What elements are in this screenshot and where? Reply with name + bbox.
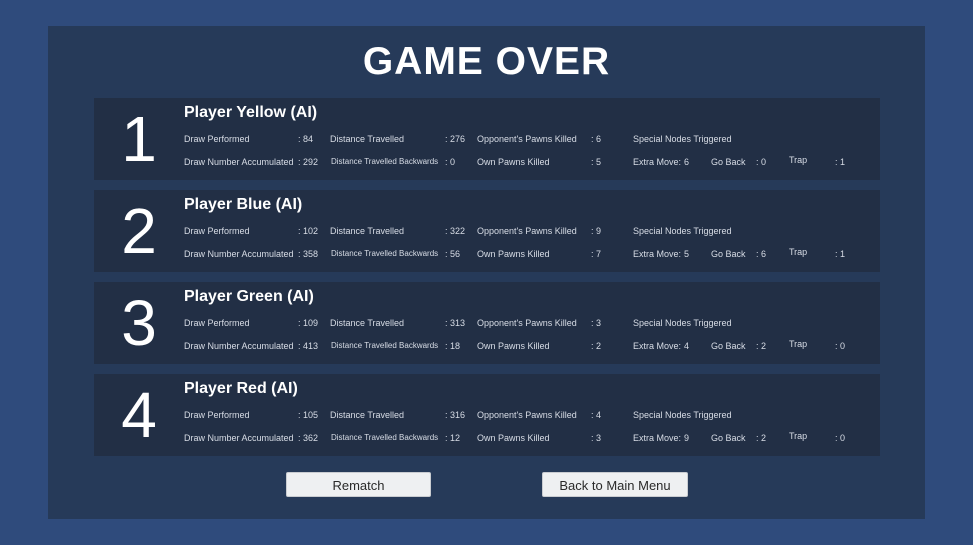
opponent-pawns-killed-label: Opponent's Pawns Killed [477, 134, 577, 144]
go-back-value: : 2 [756, 433, 767, 443]
distance-backwards-value: : 18 [445, 341, 461, 351]
draw-performed-label: Draw Performed [184, 410, 250, 420]
special-nodes-label: Special Nodes Triggered [633, 226, 732, 236]
distance-value: : 316 [445, 410, 466, 420]
draw-accumulated-label: Draw Number Accumulated [184, 157, 294, 167]
distance-value: : 313 [445, 318, 466, 328]
player-result-row: 1 Player Yellow (AI) Draw Performed : 84 Dis… [94, 98, 880, 180]
go-back-label: Go Back [711, 157, 746, 167]
distance-backwards-label: Distance Travelled Backwards [331, 249, 439, 258]
special-nodes-label: Special Nodes Triggered [633, 410, 732, 420]
go-back-label: Go Back [711, 249, 746, 259]
extra-move-value: 6 [684, 157, 690, 167]
game-over-title: GAME OVER [362, 40, 611, 83]
draw-accumulated-label: Draw Number Accumulated [184, 341, 294, 351]
rematch-button[interactable]: Rematch [286, 472, 431, 497]
draw-performed-value: : 102 [298, 226, 319, 236]
opponent-pawns-killed-label: Opponent's Pawns Killed [477, 318, 577, 328]
rank-number: 1 [121, 103, 157, 175]
extra-move-label: Extra Move: [633, 341, 682, 351]
go-back-label: Go Back [711, 433, 746, 443]
opponent-pawns-killed-label: Opponent's Pawns Killed [477, 410, 577, 420]
extra-move-label: Extra Move: [633, 249, 682, 259]
draw-accumulated-label: Draw Number Accumulated [184, 433, 294, 443]
distance-backwards-value: : 0 [445, 157, 456, 167]
rank-number: 3 [121, 287, 157, 359]
player-result-row: 3 Player Green (AI) Draw Performed : 109 Dis… [94, 282, 880, 364]
distance-label: Distance Travelled [330, 226, 405, 236]
own-pawns-killed-value: : 3 [591, 433, 602, 443]
opponent-pawns-killed-value: : 3 [591, 318, 602, 328]
own-pawns-killed-label: Own Pawns Killed [477, 249, 550, 259]
own-pawns-killed-value: : 5 [591, 157, 602, 167]
distance-backwards-label: Distance Travelled Backwards [331, 341, 439, 350]
trap-value: : 0 [835, 341, 846, 351]
own-pawns-killed-label: Own Pawns Killed [477, 341, 550, 351]
draw-accumulated-value: : 413 [298, 341, 319, 351]
distance-label: Distance Travelled [330, 318, 405, 328]
rank-number: 4 [121, 379, 157, 451]
game-over-panel: GAME OVER 1 Player Yellow (AI) Draw Perfor… [48, 26, 925, 519]
go-back-label: Go Back [711, 341, 746, 351]
trap-value: : 1 [835, 249, 846, 259]
draw-performed-value: : 84 [298, 134, 314, 144]
draw-performed-label: Draw Performed [184, 134, 250, 144]
distance-backwards-value: : 12 [445, 433, 461, 443]
draw-performed-label: Draw Performed [184, 318, 250, 328]
own-pawns-killed-label: Own Pawns Killed [477, 433, 550, 443]
own-pawns-killed-value: : 2 [591, 341, 602, 351]
trap-label: Trap [789, 431, 808, 441]
draw-performed-value: : 105 [298, 410, 319, 420]
go-back-value: : 2 [756, 341, 767, 351]
distance-backwards-label: Distance Travelled Backwards [331, 157, 439, 166]
draw-performed-value: : 109 [298, 318, 319, 328]
extra-move-value: 9 [684, 433, 690, 443]
draw-performed-label: Draw Performed [184, 226, 250, 236]
draw-accumulated-label: Draw Number Accumulated [184, 249, 294, 259]
go-back-value: : 0 [756, 157, 767, 167]
player-result-row: 4 Player Red (AI) Draw Performed : 105 Dista… [94, 374, 880, 456]
distance-value: : 276 [445, 134, 466, 144]
distance-label: Distance Travelled [330, 410, 405, 420]
player-name: Player Red (AI) [184, 380, 298, 397]
extra-move-value: 5 [684, 249, 690, 259]
extra-move-label: Extra Move: [633, 157, 682, 167]
distance-value: : 322 [445, 226, 466, 236]
own-pawns-killed-label: Own Pawns Killed [477, 157, 550, 167]
trap-value: : 1 [835, 157, 846, 167]
opponent-pawns-killed-value: : 4 [591, 410, 602, 420]
draw-accumulated-value: : 362 [298, 433, 319, 443]
distance-label: Distance Travelled [330, 134, 405, 144]
special-nodes-label: Special Nodes Triggered [633, 134, 732, 144]
go-back-value: : 6 [756, 249, 767, 259]
player-result-row: 2 Player Blue (AI) Draw Performed : 102 Dist… [94, 190, 880, 272]
trap-label: Trap [789, 155, 808, 165]
distance-backwards-label: Distance Travelled Backwards [331, 433, 439, 442]
draw-accumulated-value: : 292 [298, 157, 319, 167]
trap-label: Trap [789, 247, 808, 257]
player-name: Player Yellow (AI) [184, 104, 318, 121]
distance-backwards-value: : 56 [445, 249, 461, 259]
trap-value: : 0 [835, 433, 846, 443]
extra-move-label: Extra Move: [633, 433, 682, 443]
rank-number: 2 [121, 195, 157, 267]
opponent-pawns-killed-value: : 6 [591, 134, 602, 144]
player-name: Player Blue (AI) [184, 196, 303, 213]
opponent-pawns-killed-label: Opponent's Pawns Killed [477, 226, 577, 236]
special-nodes-label: Special Nodes Triggered [633, 318, 732, 328]
opponent-pawns-killed-value: : 9 [591, 226, 602, 236]
trap-label: Trap [789, 339, 808, 349]
own-pawns-killed-value: : 7 [591, 249, 602, 259]
player-name: Player Green (AI) [184, 288, 314, 305]
draw-accumulated-value: : 358 [298, 249, 319, 259]
extra-move-value: 4 [684, 341, 690, 351]
back-to-main-menu-button[interactable]: Back to Main Menu [542, 472, 688, 497]
